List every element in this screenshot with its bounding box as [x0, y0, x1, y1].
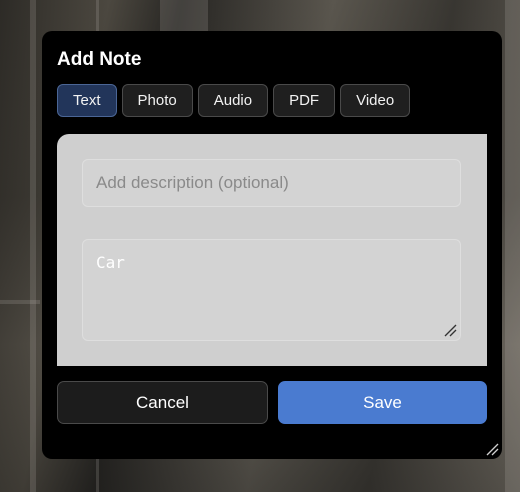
cancel-button[interactable]: Cancel [57, 381, 268, 424]
save-button[interactable]: Save [278, 381, 487, 424]
note-content-panel: Add description (optional) Car [57, 134, 487, 366]
tab-video[interactable]: Video [340, 84, 411, 117]
dialog-title: Add Note [57, 49, 142, 70]
resize-grip-icon[interactable] [443, 323, 457, 337]
tab-audio[interactable]: Audio [197, 84, 269, 117]
add-note-dialog: Add Note Text Photo Audio PDF Video Add … [42, 31, 502, 459]
tab-text[interactable]: Text [57, 84, 117, 117]
dialog-resize-grip-icon[interactable] [485, 442, 499, 456]
note-type-tabs: Text Photo Audio PDF Video [57, 84, 411, 117]
description-input[interactable]: Add description (optional) [82, 159, 461, 207]
tab-photo[interactable]: Photo [121, 84, 193, 117]
tab-pdf[interactable]: PDF [273, 84, 336, 117]
note-text-area[interactable]: Car [82, 239, 461, 341]
note-text-value: Car [96, 253, 125, 272]
